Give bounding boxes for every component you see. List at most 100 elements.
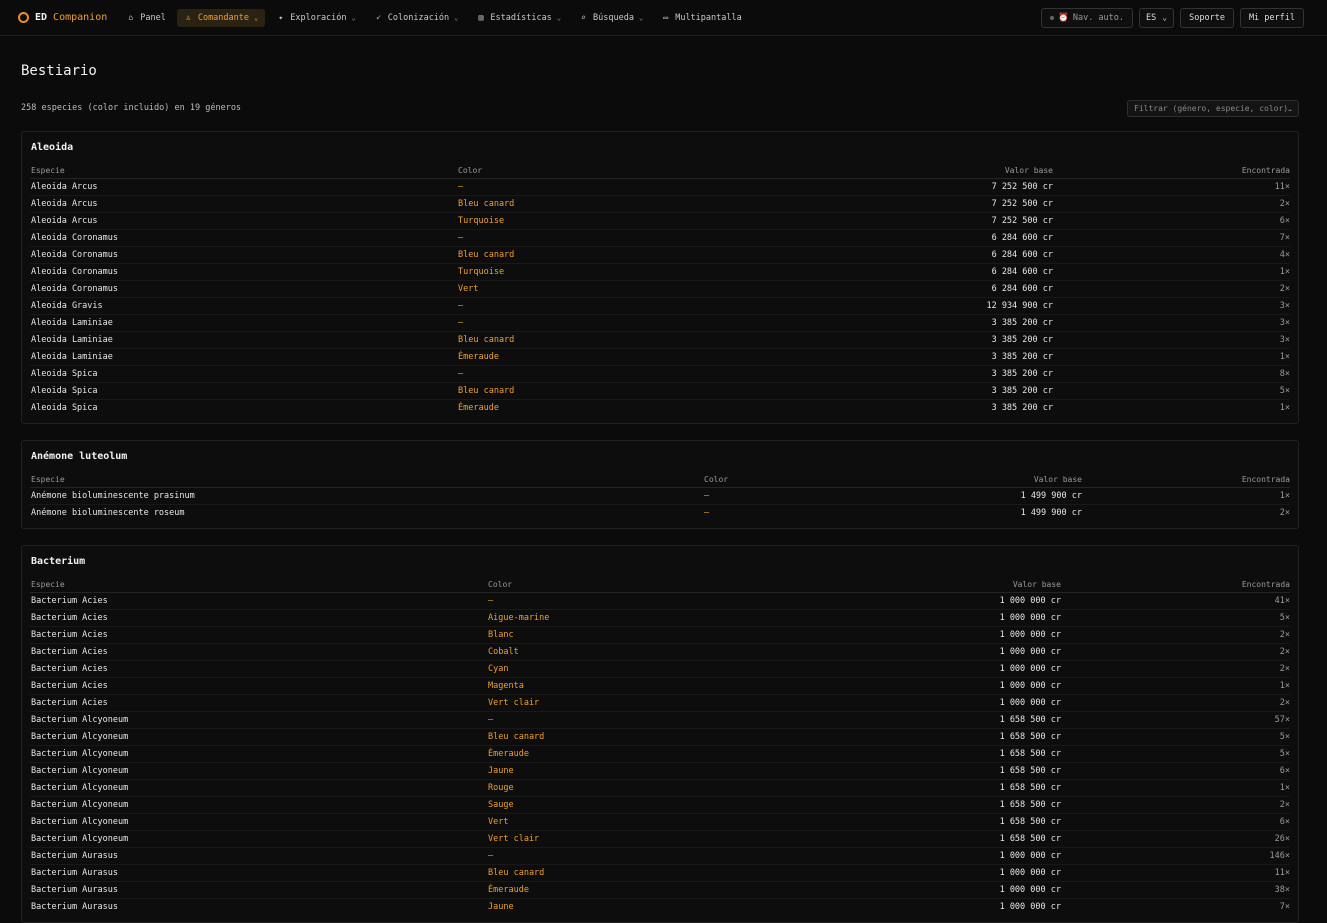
value-cell: 1 000 000 cr [774,864,1061,882]
nav-item-panel[interactable]: ⌂ Panel [119,9,173,27]
table-row[interactable]: Bacterium Aurasus Bleu canard 1 000 000 cr… [30,864,1290,882]
value-cell: 1 000 000 cr [774,592,1061,610]
brand-companion: Companion [53,12,108,23]
table-row[interactable]: Bacterium Aurasus Jaune 1 000 000 cr 7× [30,899,1290,916]
table-row[interactable]: Bacterium Acies —1 000 000 cr 41× [30,592,1290,610]
column-header-species[interactable]: Especie [30,471,703,488]
column-header-color[interactable]: Color [487,576,774,593]
color-cell: Cobalt [487,643,774,661]
nav-item-búsqueda[interactable]: ⌕ Búsqueda ⌄ [572,9,650,27]
value-cell: 1 000 000 cr [774,643,1061,661]
table-row[interactable]: Aleoida Coronamus Turquoise 6 284 600 cr 1× [30,263,1290,281]
table-row[interactable]: Bacterium Alcyoneum Vert 1 658 500 cr 6× [30,813,1290,831]
value-cell: 1 000 000 cr [774,677,1061,695]
brand-ed: ED [35,12,48,23]
color-cell: Bleu canard [487,728,774,746]
column-header-color[interactable]: Color [703,471,893,488]
table-row[interactable]: Anémone bioluminescente roseum — 1 499 900… [30,505,1290,522]
value-cell: 1 658 500 cr [774,813,1061,831]
nav-item-label: Panel [140,12,166,23]
found-cell: 2× [1061,694,1290,712]
nav-item-multipantalla[interactable]: ▭ Multipantalla [654,9,749,27]
species-cell: Bacterium Aurasus [31,902,118,912]
genus-card: Aleoida Especie Color Valor base Encontrada A… [21,131,1299,424]
value-cell: 1 499 900 cr [1020,508,1082,518]
chevron-down-icon: ⌄ [1162,13,1168,22]
table-row[interactable]: Aleoida Spica Émeraude 3 385 200 cr 1× [30,400,1290,417]
color-cell: Aigue-marine [487,609,774,627]
value-cell: 3 385 200 cr [755,382,1053,400]
table-row[interactable]: Aleoida Arcus Turquoise 7 252 500 cr 6× [30,212,1290,230]
column-header-species[interactable]: Especie [30,162,457,179]
color-cell: Émeraude [487,745,774,763]
table-row[interactable]: Bacterium Alcyoneum Rouge 1 658 500 cr 1× [30,779,1290,797]
table-header-row: Especie Color Valor base Encontrada [30,471,1290,488]
table-row[interactable]: Bacterium Alcyoneum Vert clair 1 658 500 c… [30,830,1290,848]
table-row[interactable]: Bacterium Acies Cobalt 1 000 000 cr 2× [30,643,1290,661]
table-row[interactable]: Bacterium Alcyoneum Bleu canard 1 658 500 … [30,728,1290,746]
monitor-icon: ▭ [663,13,669,22]
color-cell: — [487,711,774,729]
column-header-value[interactable]: Valor base [892,471,1082,488]
table-row[interactable]: Aleoida Arcus —7 252 500 cr 11× [30,178,1290,196]
table-row[interactable]: Aleoida Coronamus Vert 6 284 600 cr 2× [30,280,1290,298]
table-row[interactable]: Bacterium Alcyoneum Jaune 1 658 500 cr 6× [30,762,1290,780]
color-cell: Turquoise [457,263,755,281]
profile-button[interactable]: Mi perfil [1239,7,1304,28]
table-row[interactable]: Aleoida Laminiae Bleu canard 3 385 200 cr 3… [30,331,1290,349]
color-cell: Vert [457,280,755,298]
value-cell: 1 000 000 cr [774,660,1061,678]
table-row[interactable]: Bacterium Acies Cyan 1 000 000 cr 2× [30,660,1290,678]
column-header-found[interactable]: Encontrada [1061,576,1290,593]
alarm-icon: ⏰ [1058,12,1069,23]
table-row[interactable]: Bacterium Acies Magenta 1 000 000 cr 1× [30,677,1290,695]
language-select[interactable]: ES ⌄ [1139,7,1175,28]
table-row[interactable]: Bacterium Acies Aigue-marine 1 000 000 cr 5… [30,609,1290,627]
column-header-species[interactable]: Especie [30,576,487,593]
color-cell: Rouge [487,779,774,797]
table-row[interactable]: Bacterium Alcyoneum —1 658 500 cr 57× [30,711,1290,729]
column-header-value[interactable]: Valor base [755,162,1053,179]
table-row[interactable]: Bacterium Acies Blanc 1 000 000 cr 2× [30,626,1290,644]
found-cell: 26× [1061,830,1290,848]
table-row[interactable]: Bacterium Alcyoneum Émeraude 1 658 500 cr 5… [30,745,1290,763]
column-header-value[interactable]: Valor base [774,576,1061,593]
nav-item-comandante[interactable]: ♙ Comandante ⌄ [176,8,266,27]
column-header-found[interactable]: Encontrada [1082,471,1290,488]
nav-item-label: Comandante [197,12,250,23]
nav-item-colonización[interactable]: ➶ Colonización ⌄ [367,9,466,27]
value-cell: 3 385 200 cr [991,403,1053,413]
nav-item-estadísticas[interactable]: ▥ Estadísticas ⌄ [469,9,568,27]
filter-input[interactable] [1127,99,1299,117]
top-right-controls: ⏰ Nav. auto. ES ⌄ Soporte Mi perfil [1041,7,1304,28]
table-row[interactable]: Bacterium Aurasus —1 000 000 cr 146× [30,847,1290,865]
table-row[interactable]: Aleoida Laminiae Émeraude 3 385 200 cr 1× [30,348,1290,366]
support-button[interactable]: Soporte [1180,7,1234,28]
table-row[interactable]: Aleoida Laminiae —3 385 200 cr 3× [30,314,1290,332]
color-cell: Magenta [487,677,774,695]
found-cell: 1× [1061,677,1290,695]
table-row[interactable]: Aleoida Gravis —12 934 900 cr 3× [30,297,1290,315]
found-cell: 2× [1279,508,1290,518]
table-row[interactable]: Aleoida Coronamus —6 284 600 cr 7× [30,229,1290,247]
table-row[interactable]: Aleoida Arcus Bleu canard 7 252 500 cr 2× [30,195,1290,213]
nav-item-exploración[interactable]: ✦ Exploración ⌄ [269,9,363,27]
found-cell: 3× [1053,331,1290,349]
table-row[interactable]: Bacterium Acies Vert clair 1 000 000 cr 2× [30,694,1290,712]
value-cell: 1 658 500 cr [774,745,1061,763]
color-cell: Jaune [487,762,774,780]
table-row[interactable]: Bacterium Alcyoneum Sauge 1 658 500 cr 2× [30,796,1290,814]
found-cell: 2× [1061,660,1290,678]
species-cell: Bacterium Alcyoneum [30,762,487,780]
nav-auto-toggle[interactable]: ⏰ Nav. auto. [1041,7,1134,28]
table-row[interactable]: Aleoida Coronamus Bleu canard 6 284 600 cr… [30,246,1290,264]
species-cell: Bacterium Alcyoneum [30,813,487,831]
brand-logo[interactable]: ED Companion [18,12,107,23]
column-header-found[interactable]: Encontrada [1053,162,1290,179]
table-row[interactable]: Aleoida Spica —3 385 200 cr 8× [30,365,1290,383]
species-cell: Aleoida Coronamus [30,229,457,247]
found-cell: 11× [1061,864,1290,882]
table-row[interactable]: Aleoida Spica Bleu canard 3 385 200 cr 5× [30,382,1290,400]
column-header-color[interactable]: Color [457,162,755,179]
table-row[interactable]: Anémone bioluminescente prasinum —1 499 9… [30,487,1290,505]
